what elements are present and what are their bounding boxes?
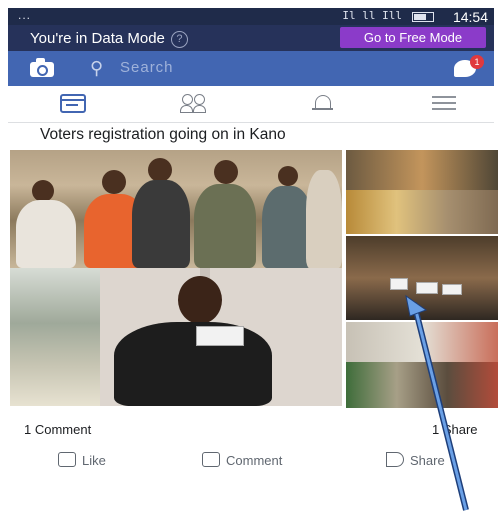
signal-icon: Il ll Ill — [342, 9, 402, 22]
photo-boy-with-voter-card[interactable] — [100, 268, 342, 406]
post-photo-collage[interactable] — [10, 150, 500, 408]
comment-icon — [202, 452, 220, 467]
data-mode-banner: You're in Data Mode? Go to Free Mode — [8, 25, 494, 51]
help-icon[interactable]: ? — [170, 31, 188, 48]
share-count[interactable]: 1 Share — [432, 422, 478, 437]
news-feed-icon — [60, 94, 86, 113]
hamburger-icon — [432, 96, 456, 98]
photo-long-queue[interactable] — [346, 362, 498, 408]
tab-news-feed[interactable] — [60, 94, 86, 114]
voter-card — [196, 326, 244, 346]
camera-icon[interactable] — [30, 58, 54, 77]
like-button[interactable]: Like — [58, 452, 106, 468]
share-label: Share — [410, 453, 445, 468]
battery-icon — [412, 12, 434, 22]
photo-kids-with-cards[interactable] — [346, 236, 498, 320]
thumbs-up-icon — [58, 452, 76, 467]
photo-crowd-3[interactable] — [346, 322, 498, 362]
photo-queue-of-voters[interactable] — [10, 150, 342, 268]
photo-crowd-1[interactable] — [346, 150, 498, 190]
photo-outdoor-scene[interactable] — [10, 268, 100, 406]
like-label: Like — [82, 453, 106, 468]
bell-icon — [315, 95, 331, 109]
photo-crowd-2[interactable] — [346, 190, 498, 234]
comment-label: Comment — [226, 453, 283, 468]
go-to-free-mode-button[interactable]: Go to Free Mode — [340, 27, 486, 48]
messenger-badge: 1 — [470, 55, 484, 69]
search-input[interactable]: Search — [120, 59, 174, 76]
tab-menu[interactable] — [432, 96, 458, 116]
search-icon[interactable]: ⚲ — [90, 58, 103, 79]
data-mode-label: You're in Data Mode — [30, 30, 165, 47]
data-mode-text: You're in Data Mode? — [30, 30, 188, 48]
top-search-bar: ⚲ Search 1 — [8, 51, 494, 86]
comment-button[interactable]: Comment — [202, 452, 282, 468]
status-bar: ... Il ll Ill 14:54 — [8, 8, 494, 25]
share-button[interactable]: Share — [386, 452, 445, 468]
post-text: Voters registration going on in Kano — [40, 126, 286, 143]
main-tabs — [8, 86, 494, 123]
comment-count[interactable]: 1 Comment — [24, 422, 91, 437]
tab-friends[interactable] — [180, 94, 206, 114]
post-actions: Like Comment Share — [0, 448, 500, 468]
tab-notifications[interactable] — [311, 94, 337, 114]
clock: 14:54 — [452, 9, 488, 25]
friends-icon — [182, 94, 193, 105]
post-counts: 1 Comment 1 Share — [0, 414, 500, 437]
share-icon — [386, 452, 404, 467]
overflow-dots: ... — [18, 8, 32, 22]
